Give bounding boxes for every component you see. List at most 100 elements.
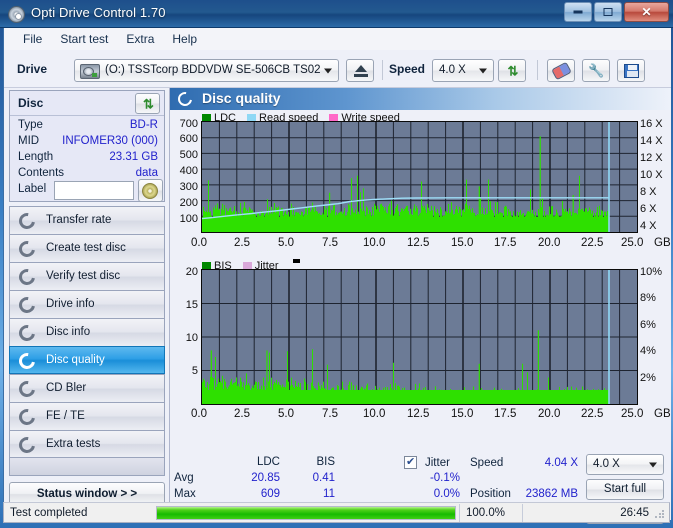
tools-icon: 🔧 xyxy=(588,63,605,78)
drive-select-value: (O:) TSSTcorp BDDVDW SE-506CB TS02 xyxy=(105,64,321,76)
save-button[interactable] xyxy=(617,59,645,82)
sidebar-item-verify-test-disc[interactable]: Verify test disc xyxy=(9,262,165,290)
erase-button[interactable] xyxy=(547,59,575,82)
y-tick-right: 10% xyxy=(640,266,663,278)
sidebar-item-cd-bler[interactable]: CD Bler xyxy=(9,374,165,402)
x-tick: 22.5 xyxy=(581,408,604,420)
tools-button[interactable]: 🔧 xyxy=(582,59,610,82)
disc-row-key: Type xyxy=(18,119,43,131)
toolbar-separator-2 xyxy=(537,60,538,80)
disc-icon xyxy=(15,405,39,429)
maximize-button[interactable] xyxy=(594,2,622,22)
close-icon: ✕ xyxy=(641,5,652,19)
cd-icon xyxy=(142,183,158,199)
speed-select-value: 4.0 X xyxy=(439,64,466,76)
app-disc-icon xyxy=(8,6,25,23)
x-tick: 2.5 xyxy=(234,408,250,420)
title-bar: Opti Drive Control 1.70 ✕ xyxy=(0,0,673,28)
stats-row-max: Max xyxy=(174,488,196,500)
disc-row-value: 23.31 GB xyxy=(109,151,158,163)
x-tick: 7.5 xyxy=(322,408,338,420)
test-speed-value: 4.0 X xyxy=(593,458,620,470)
toolbar: Drive (O:) TSSTcorp BDDVDW SE-506CB TS02… xyxy=(4,50,671,88)
y-tick-left: 500 xyxy=(179,149,198,161)
sidebar-item-disc-info[interactable]: Disc info xyxy=(9,318,165,346)
sidebar-item-disc-quality[interactable]: Disc quality xyxy=(9,346,165,374)
eject-button[interactable] xyxy=(346,59,374,82)
bottom-chart-y-axis-left: 20 15 10 5 xyxy=(170,266,198,414)
speed-label: Speed xyxy=(389,62,426,76)
disc-icon xyxy=(15,349,39,373)
jitter-checkbox[interactable] xyxy=(404,455,417,469)
disc-icon xyxy=(15,293,39,317)
window-title: Opti Drive Control 1.70 xyxy=(31,5,166,20)
top-chart-x-axis: 0.0 2.5 5.0 7.5 10.0 12.5 15.0 17.5 20.0… xyxy=(170,237,671,253)
status-divider-2 xyxy=(522,504,523,522)
y-tick-left: 100 xyxy=(179,213,198,225)
y-tick-right: 6% xyxy=(640,319,656,331)
disc-row-key: Contents xyxy=(18,167,65,179)
refresh-icon: ⇅ xyxy=(507,63,519,78)
sidebar-item-drive-info[interactable]: Drive info xyxy=(9,290,165,318)
status-bar: Test completed 100.0% 26:45 xyxy=(3,502,670,523)
jitter-marker-icon xyxy=(292,259,300,263)
x-tick: 0.0 xyxy=(191,408,207,420)
stats-col-bis: BIS xyxy=(316,456,335,468)
minimize-icon xyxy=(573,10,583,14)
stats-bis-avg: 0.41 xyxy=(312,472,335,484)
disc-row-value: BD-R xyxy=(129,119,158,131)
disc-label-input[interactable] xyxy=(54,181,134,200)
sidebar-item-label: CD Bler xyxy=(46,382,87,394)
optical-drive-icon xyxy=(80,64,100,79)
x-tick: 10.0 xyxy=(363,408,386,420)
x-axis-unit: GB xyxy=(654,237,671,249)
refresh-button[interactable]: ⇅ xyxy=(498,59,526,82)
sidebar-item-label: Disc quality xyxy=(46,354,105,366)
stats-ldc-max: 609 xyxy=(260,488,280,500)
x-tick: 20.0 xyxy=(538,408,561,420)
resize-grip[interactable] xyxy=(654,508,666,520)
sidebar-item-transfer-rate[interactable]: Transfer rate xyxy=(9,206,165,234)
toolbar-separator xyxy=(382,60,383,80)
x-tick: 25.0 xyxy=(621,237,644,249)
drive-select[interactable]: (O:) TSSTcorp BDDVDW SE-506CB TS02 xyxy=(74,59,339,82)
y-tick-right: 4% xyxy=(640,345,656,357)
y-tick-left: 400 xyxy=(179,165,198,177)
x-tick: 25.0 xyxy=(621,408,644,420)
speed-select[interactable]: 4.0 X xyxy=(432,59,494,82)
stats-position-value: 23862 MB xyxy=(525,488,578,500)
disc-label-button[interactable] xyxy=(138,179,163,202)
sidebar-item-create-test-disc[interactable]: Create test disc xyxy=(9,234,165,262)
x-tick: 12.5 xyxy=(407,237,430,249)
menu-item-file[interactable]: File xyxy=(14,30,51,48)
stats-jitter-max: 0.0% xyxy=(433,488,460,500)
save-icon xyxy=(624,64,639,78)
stats-ldc-avg: 20.85 xyxy=(251,472,280,484)
menu-bar: File Start test Extra Help xyxy=(4,28,671,50)
minimize-button[interactable] xyxy=(564,2,592,22)
y-tick-right: 14 X xyxy=(640,135,663,147)
bottom-chart: 20 15 10 5 10% 8% 6% 4% 2% 0.0 2.5 5.0 7… xyxy=(170,266,671,422)
disc-label-key: Label xyxy=(18,183,47,195)
menu-item-start-test[interactable]: Start test xyxy=(51,30,117,48)
progress-fill xyxy=(157,507,455,519)
stats-row-avg: Avg xyxy=(174,472,194,484)
close-button[interactable]: ✕ xyxy=(624,2,669,22)
sidebar-item-extra-tests[interactable]: Extra tests xyxy=(9,430,165,458)
top-chart: 700 600 500 400 300 200 100 16 X 14 X 12… xyxy=(170,118,672,253)
sidebar-item-fe-te[interactable]: FE / TE xyxy=(9,402,165,430)
x-tick: 0.0 xyxy=(191,237,207,249)
sidebar-item-label: Transfer rate xyxy=(46,214,112,226)
x-tick: 5.0 xyxy=(278,408,294,420)
disc-info-title: Disc xyxy=(18,96,44,110)
menu-item-extra[interactable]: Extra xyxy=(117,30,163,48)
disc-refresh-button[interactable]: ⇅ xyxy=(135,93,160,114)
x-tick: 12.5 xyxy=(407,408,430,420)
start-full-button[interactable]: Start full xyxy=(586,479,664,500)
y-tick-left: 10 xyxy=(185,332,198,344)
menu-item-help[interactable]: Help xyxy=(163,30,206,48)
top-chart-y-axis-right: 16 X 14 X 12 X 10 X 8 X 6 X 4 X 2 X xyxy=(640,118,672,238)
test-speed-select[interactable]: 4.0 X xyxy=(586,454,664,475)
stats-speed-value: 4.04 X xyxy=(544,457,578,469)
disc-info-header: Disc ⇅ xyxy=(10,91,164,116)
